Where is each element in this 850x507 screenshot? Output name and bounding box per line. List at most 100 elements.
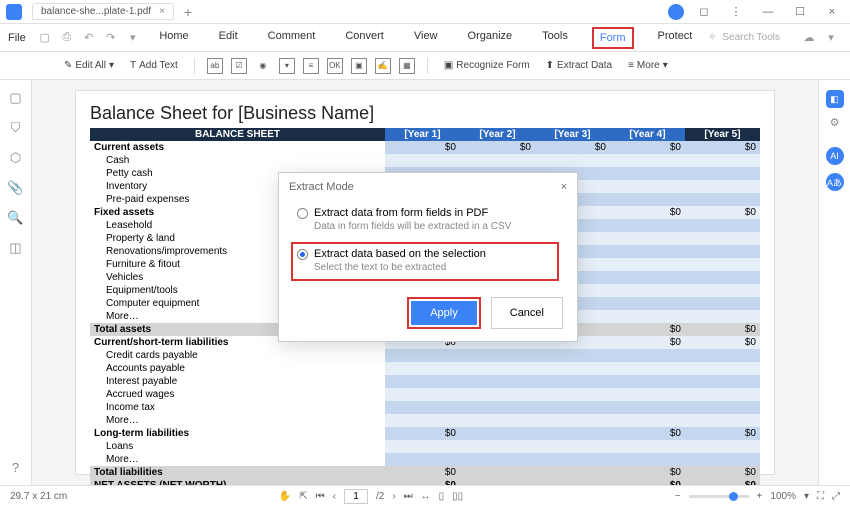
cell-value: $0 [610,336,685,349]
last-page-icon[interactable]: ⏭ [404,491,413,502]
zoom-dropdown-icon[interactable]: ▾ [804,491,809,502]
ai-icon[interactable]: AI [826,147,844,165]
cancel-button[interactable]: Cancel [491,297,563,329]
extract-mode-dialog: Extract Mode × Extract data from form fi… [278,172,578,342]
bookmark-icon[interactable]: ⛉ [11,120,21,136]
menu-home[interactable]: Home [153,27,194,49]
file-menu[interactable]: File [8,32,26,44]
redo-icon[interactable]: ↷ [102,29,120,47]
menu-comment[interactable]: Comment [262,27,322,49]
prev-page-icon[interactable]: ‹ [333,491,336,502]
page-number-input[interactable] [344,489,368,504]
row-label: Credit cards payable [90,349,385,362]
fit-page-icon[interactable]: ⛶ [817,491,824,502]
search-tools-input[interactable]: Search Tools [722,32,780,43]
save-icon[interactable]: ▢ [36,29,54,47]
cell-value [685,414,760,427]
cell-value [385,453,460,466]
menu-tools[interactable]: Tools [536,27,574,49]
row-label: Cash [90,154,385,167]
cell-value [460,388,535,401]
table-row: Cash [90,154,760,167]
row-label: Loans [90,440,385,453]
cell-value: $0 [610,427,685,440]
help-icon[interactable]: ? [12,460,19,475]
dialog-close-icon[interactable]: × [561,181,567,193]
translate-icon[interactable]: Aあ [826,173,844,191]
undo-icon[interactable]: ↶ [80,29,98,47]
option-form-fields[interactable]: Extract data from form fields in PDF [297,207,559,219]
text-field-icon[interactable]: ab [207,58,223,74]
menu-protect[interactable]: Protect [652,27,699,49]
menu-edit[interactable]: Edit [213,27,244,49]
menu-view[interactable]: View [408,27,444,49]
properties-icon[interactable]: ◧ [826,90,844,108]
fit-width-icon[interactable]: ↔ [421,491,431,502]
thumbnail-icon[interactable]: ▢ [9,90,21,106]
user-avatar-icon[interactable] [668,4,684,20]
attachment-icon[interactable]: 📎 [7,180,23,196]
option-selection[interactable]: Extract data based on the selection [297,248,553,260]
zoom-slider[interactable] [689,495,749,498]
row-label: Interest payable [90,375,385,388]
menu-convert[interactable]: Convert [339,27,390,49]
more-button[interactable]: ≡ More ▾ [624,58,672,73]
cell-value [385,362,460,375]
extract-data-button[interactable]: ⬆ Extract Data [542,58,616,73]
cell-value [535,466,610,479]
menu-form[interactable]: Form [592,27,634,49]
option-label: Extract data from form fields in PDF [314,207,488,219]
new-tab-button[interactable]: + [184,4,192,20]
single-page-icon[interactable]: ▯ [439,491,445,502]
window-box-icon[interactable]: ◻ [692,5,716,18]
fullscreen-icon[interactable]: ⤢ [832,491,840,502]
radio-field-icon[interactable]: ◉ [255,58,271,74]
layers-icon[interactable]: ◫ [9,240,21,256]
menu-organize[interactable]: Organize [462,27,519,49]
close-tab-icon[interactable]: × [159,6,165,17]
dropdown-icon[interactable]: ▾ [124,29,142,47]
button-field-icon[interactable]: OK [327,58,343,74]
cell-value: $0 [685,206,760,219]
image-field-icon[interactable]: ▣ [351,58,367,74]
recognize-form-button[interactable]: ▣ Recognize Form [440,58,534,73]
wand-icon[interactable]: ✧ [708,32,716,43]
kebab-icon[interactable]: ⋮ [724,5,748,18]
next-page-icon[interactable]: › [392,491,395,502]
collapse-icon[interactable]: ▾ [822,29,840,47]
cell-value: $0 [610,206,685,219]
cell-value: $0 [460,141,535,154]
add-text-button[interactable]: T Add Text [126,58,182,73]
apply-button[interactable]: Apply [411,301,477,325]
cell-value: $0 [385,141,460,154]
statusbar: 29.7 x 21 cm ✋ ⇱ ⏮ ‹ /2 › ⏭ ↔ ▯ ▯▯ − + 1… [0,485,850,507]
first-page-icon[interactable]: ⏮ [316,491,325,502]
zoom-out-icon[interactable]: − [675,491,681,502]
cell-value: $0 [610,323,685,336]
search-icon[interactable]: 🔍 [7,210,23,226]
close-window-icon[interactable]: × [820,6,844,18]
zoom-in-icon[interactable]: + [757,491,763,502]
shield-icon[interactable]: ⬡ [10,150,21,166]
cell-value [535,414,610,427]
settings-icon[interactable]: ⚙ [830,116,840,129]
document-tab[interactable]: balance-she...plate-1.pdf × [32,3,174,20]
edit-all-button[interactable]: ✎ Edit All ▾ [60,58,118,73]
two-page-icon[interactable]: ▯▯ [452,491,463,502]
print-icon[interactable]: ⎙ [58,29,76,47]
cell-value [610,193,685,206]
minimize-icon[interactable]: — [756,6,780,18]
signature-field-icon[interactable]: ✍ [375,58,391,74]
cloud-icon[interactable]: ☁ [800,29,818,47]
table-row: Current assets$0$0$0$0$0 [90,141,760,154]
cell-value: $0 [685,427,760,440]
cell-value [610,180,685,193]
document-title: Balance Sheet for [Business Name] [90,103,760,124]
maximize-icon[interactable]: ☐ [788,5,812,18]
hand-tool-icon[interactable]: ✋ [279,491,291,502]
select-tool-icon[interactable]: ⇱ [299,491,307,502]
date-field-icon[interactable]: ▦ [399,58,415,74]
dropdown-field-icon[interactable]: ▾ [279,58,295,74]
listbox-field-icon[interactable]: ≡ [303,58,319,74]
checkbox-field-icon[interactable]: ☑ [231,58,247,74]
